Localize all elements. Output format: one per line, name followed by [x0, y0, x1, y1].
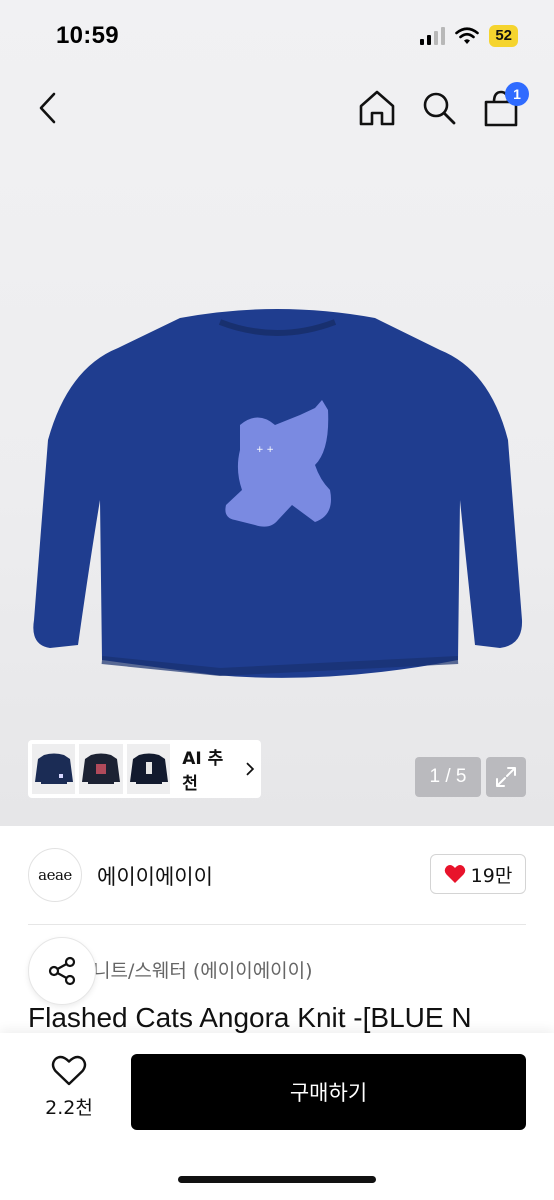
ai-thumbnail[interactable]: [79, 744, 123, 794]
brand-like-count: 19만: [470, 864, 513, 887]
home-button[interactable]: [355, 86, 399, 130]
heart-filled-icon: [444, 865, 465, 883]
chevron-right-icon: [246, 762, 255, 776]
status-indicators: 52: [420, 25, 518, 47]
home-indicator: [178, 1176, 376, 1183]
ai-thumbnail[interactable]: [126, 744, 171, 794]
ai-recommend-card[interactable]: AI 추천: [28, 740, 261, 798]
product-category[interactable]: 니트/스웨터 (에이이에이이): [93, 956, 313, 983]
image-page-counter: 1 / 5: [415, 757, 481, 797]
ai-recommend-link[interactable]: AI 추천: [182, 744, 255, 794]
expand-icon: [496, 767, 516, 787]
cart-count-badge: 1: [505, 82, 529, 106]
ai-recommend-label: AI 추천: [182, 749, 224, 794]
heart-outline-icon: [51, 1055, 87, 1086]
search-icon: [423, 92, 456, 125]
divider: [28, 924, 526, 925]
brand-name[interactable]: 에이이에이이: [97, 861, 213, 891]
cart-button[interactable]: 1: [479, 82, 529, 130]
bottom-action-bar: 2.2천 구매하기: [0, 1033, 554, 1200]
buy-button[interactable]: 구매하기: [131, 1054, 526, 1130]
cellular-signal-icon: [420, 27, 446, 45]
share-button[interactable]: [28, 937, 96, 1005]
back-button[interactable]: [26, 86, 70, 130]
sweater-thumbnail-image: [34, 753, 73, 784]
top-navigation: 1: [0, 72, 554, 152]
wifi-icon: [455, 27, 480, 44]
status-time: 10:59: [56, 22, 119, 49]
sweater-thumbnail-image: [129, 753, 168, 784]
brand-like-button[interactable]: 19만: [430, 854, 526, 894]
share-icon: [48, 956, 76, 986]
svg-text:+ +: + +: [256, 445, 274, 455]
fullscreen-button[interactable]: [486, 757, 526, 797]
brand-logo[interactable]: aeae: [28, 848, 82, 902]
status-bar: 10:59 52: [0, 0, 554, 72]
product-image: + +: [33, 309, 523, 678]
home-icon: [359, 90, 395, 126]
product-title: Flashed Cats Angora Knit -[BLUE N: [28, 1002, 472, 1033]
search-button[interactable]: [417, 86, 461, 130]
wishlist-button[interactable]: 2.2천: [28, 1055, 110, 1135]
chevron-left-icon: [39, 92, 56, 124]
sweater-thumbnail-image: [82, 753, 121, 784]
brand-row: aeae 에이이에이이 19만: [0, 826, 554, 924]
wishlist-count: 2.2천: [45, 1097, 93, 1119]
ai-thumbnail[interactable]: [32, 744, 76, 794]
battery-indicator: 52: [489, 25, 518, 47]
